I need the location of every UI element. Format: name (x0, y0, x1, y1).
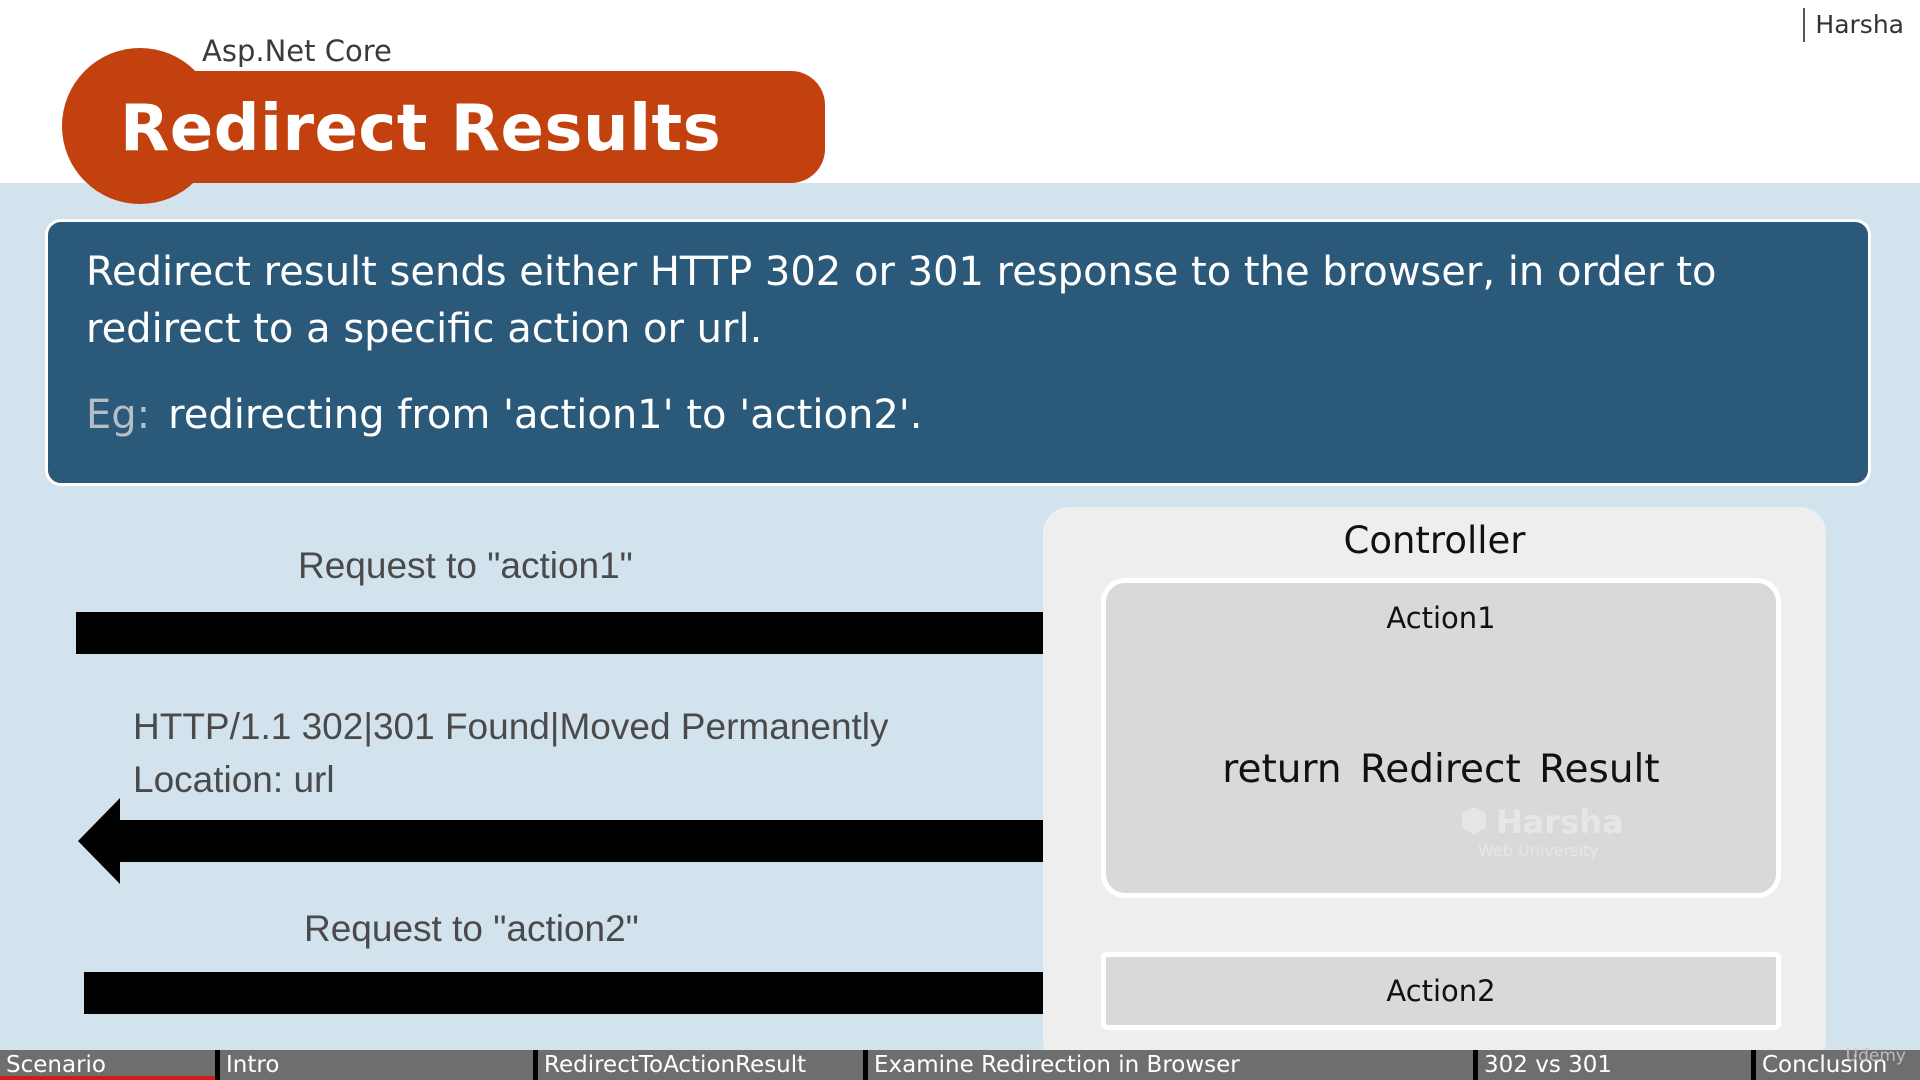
chapter-progress (0, 1076, 215, 1080)
watermark-logo: Harsha Web University (1456, 803, 1630, 863)
udemy-watermark: Udemy (1845, 1046, 1906, 1066)
request1-arrow (76, 590, 1096, 676)
request1-label: Request to "action1" (298, 545, 633, 586)
example-label: Eg: (86, 392, 151, 438)
request2-label: Request to "action2" (304, 908, 639, 949)
action2-title: Action2 (1386, 974, 1496, 1008)
chapter-302-vs-301[interactable]: 302 vs 301 (1478, 1050, 1756, 1080)
chapter-label: Examine Redirection in Browser (874, 1052, 1240, 1078)
chapter-intro[interactable]: Intro (220, 1050, 538, 1080)
chapter-scenario[interactable]: Scenario (0, 1050, 220, 1080)
watermark-name: Harsha (1496, 803, 1624, 841)
response-status-line: HTTP/1.1 302|301 Found|Moved Permanently (133, 706, 889, 747)
course-subtitle: Asp.Net Core (202, 34, 392, 68)
presenter-name: Harsha (1803, 8, 1904, 42)
chapter-bar[interactable]: Scenario Intro RedirectToActionResult Ex… (0, 1050, 1920, 1080)
chapter-redirect-to-action-result[interactable]: RedirectToActionResult (538, 1050, 868, 1080)
info-description: Redirect result sends either HTTP 302 or… (86, 249, 1717, 352)
response-label: HTTP/1.1 302|301 Found|Moved Permanently… (133, 700, 889, 806)
request2-arrow (84, 950, 1102, 1036)
info-box: Redirect result sends either HTTP 302 or… (45, 219, 1871, 486)
slide-title: Redirect Results (120, 92, 722, 166)
response-arrow (78, 798, 1096, 884)
action1-box: Action1 return Redirect Result Harsha We… (1101, 578, 1781, 898)
chapter-label: RedirectToActionResult (544, 1052, 807, 1078)
chapter-examine-redirection[interactable]: Examine Redirection in Browser (868, 1050, 1478, 1080)
example-line: Eg: redirecting from 'action1' to 'action… (86, 392, 922, 438)
action1-return-statement: return Redirect Result (1222, 747, 1660, 792)
chapter-label: Scenario (6, 1052, 106, 1078)
chapter-label: Intro (226, 1052, 280, 1078)
controller-title: Controller (1343, 519, 1526, 562)
action2-box: Action2 (1101, 952, 1781, 1030)
chapter-label: 302 vs 301 (1484, 1052, 1613, 1078)
watermark-subtitle: Web University (1478, 841, 1599, 860)
watermark-icon (1462, 807, 1486, 835)
action1-title: Action1 (1386, 601, 1496, 635)
example-text: redirecting from 'action1' to 'action2'. (168, 392, 923, 438)
